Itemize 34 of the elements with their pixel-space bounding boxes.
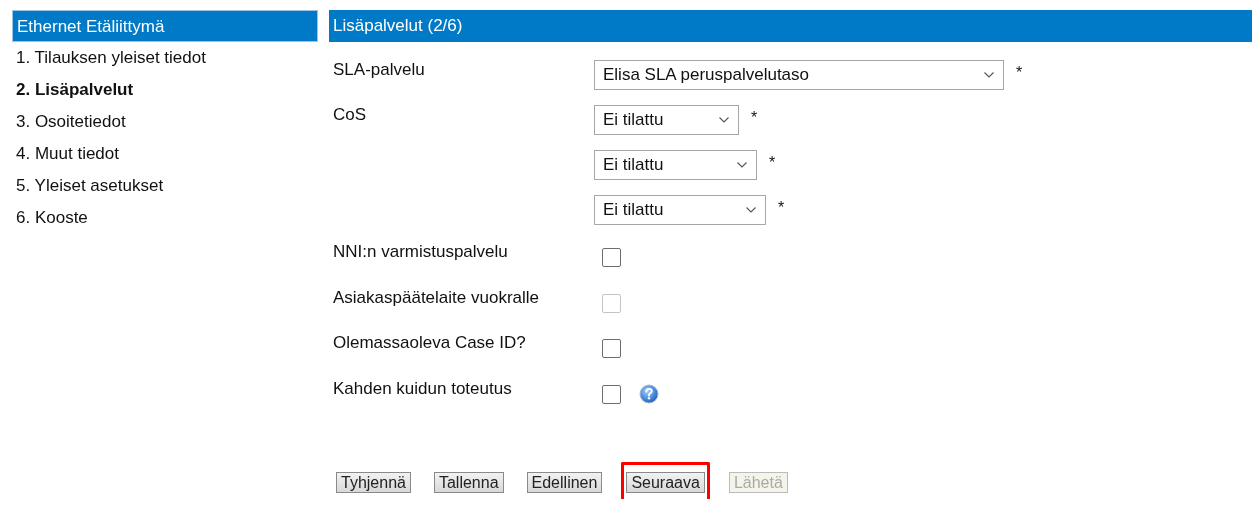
required-mark: * (1016, 64, 1023, 82)
required-mark: * (778, 199, 785, 217)
button[interactable]: Seuraava (626, 472, 705, 493)
field-label: NNI:n varmistuspalvelu (333, 242, 508, 262)
button[interactable]: Tyhjennä (336, 472, 411, 493)
dropdown[interactable]: Elisa SLA peruspalvelutaso (594, 60, 1004, 90)
sidebar-title: Ethernet Etäliittymä (12, 10, 318, 42)
nav-link[interactable]: 3. Osoitetiedot (12, 106, 318, 138)
button[interactable]: Edellinen (526, 472, 603, 493)
chevron-icon (746, 207, 756, 213)
required-mark: * (769, 154, 776, 172)
nav-link[interactable]: 4. Muut tiedot (12, 138, 318, 170)
field-label: Kahden kuidun toteutus (333, 378, 512, 399)
field-label: Asiakaspäätelaite vuokralle (333, 287, 539, 308)
nav-link[interactable]: 6. Kooste (12, 202, 318, 234)
field-label: CoS (333, 105, 367, 125)
field-label: Olemassaoleva Case ID? (333, 333, 526, 353)
help-icon[interactable] (639, 383, 659, 404)
checkbox[interactable] (602, 248, 621, 267)
nav-link[interactable]: 2. Lisäpalvelut (12, 74, 318, 106)
required-mark: * (751, 109, 758, 127)
button[interactable]: Tallenna (433, 472, 504, 493)
chevron-icon (737, 162, 747, 168)
checkbox[interactable] (602, 339, 621, 358)
chevron-icon (984, 72, 994, 78)
dropdown[interactable]: Ei tilattu (594, 195, 766, 225)
checkbox[interactable] (602, 384, 621, 404)
dropdown[interactable]: Ei tilattu (594, 150, 757, 180)
field-label: SLA-palvelu (333, 60, 425, 80)
dropdown[interactable]: Ei tilattu (594, 105, 739, 135)
section-title: Lisäpalvelut (2/6) (329, 10, 1252, 42)
chevron-icon (719, 117, 729, 123)
nav-link[interactable]: 5. Yleiset asetukset (12, 170, 318, 202)
nav-link[interactable]: 1. Tilauksen yleiset tiedot (12, 42, 318, 74)
